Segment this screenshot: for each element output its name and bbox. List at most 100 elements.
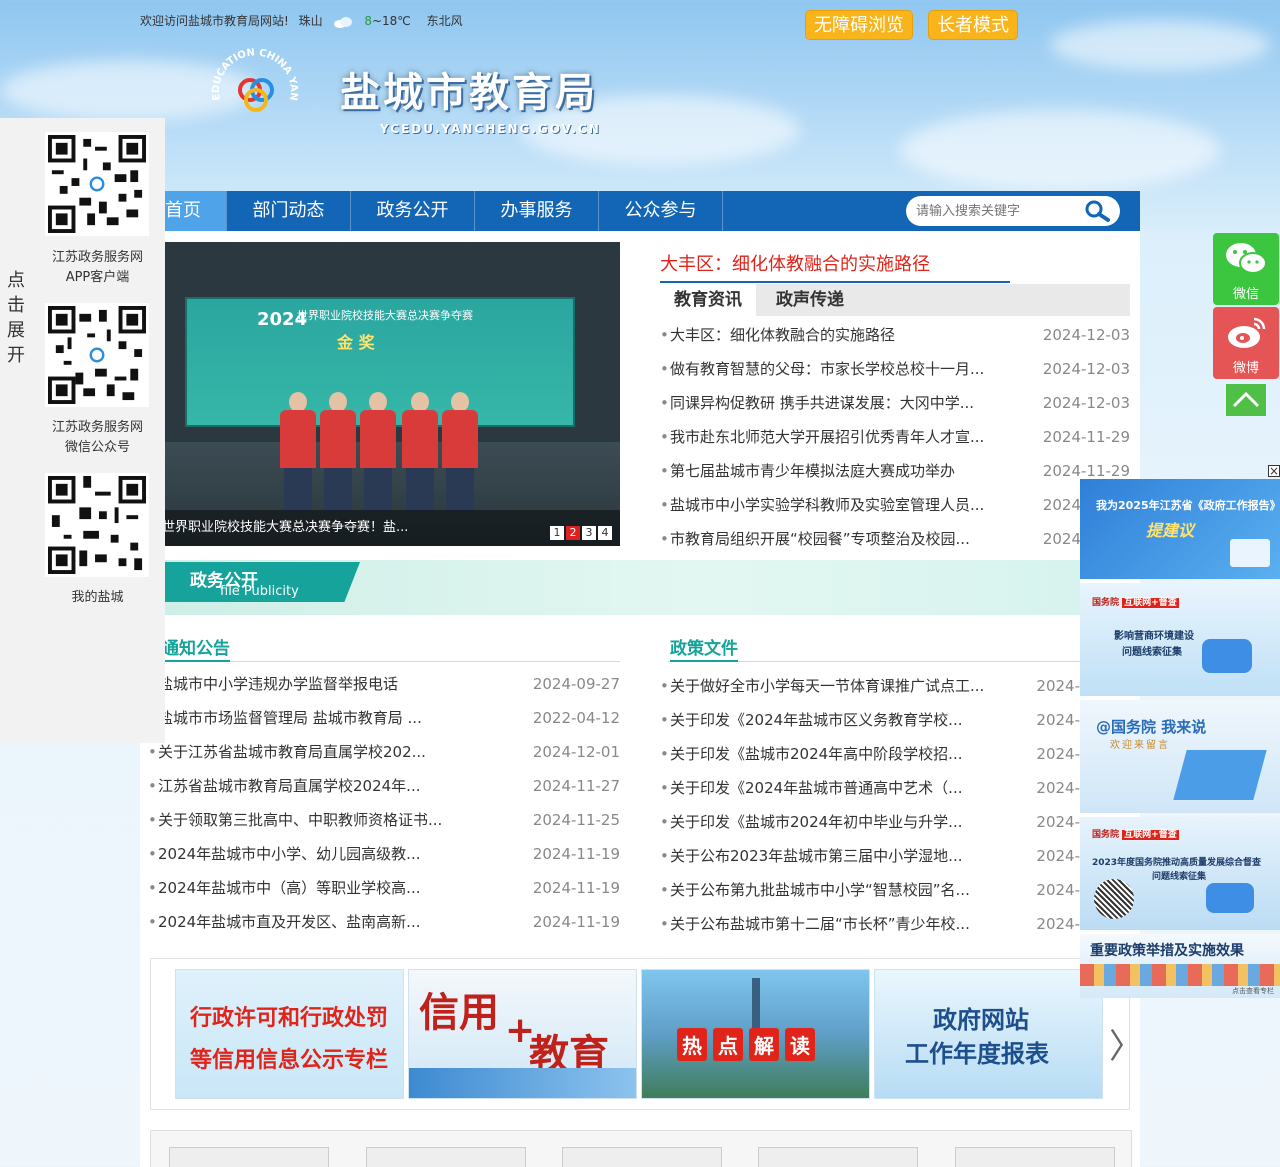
carousel-next-arrow[interactable]: 〉 [1109, 1019, 1143, 1068]
site-logo[interactable]: EDUCATION CHINA YANCHENG 盐城市教育局 YCEDU.YA… [210, 45, 630, 145]
news-title[interactable]: 同课异构促教研 携手共进谋发展：大冈中学... [670, 386, 1010, 420]
weibo-button[interactable]: 微博 [1213, 307, 1279, 379]
policy-row[interactable]: • 关于公布第九批盐城市中小学“智慧校园”名... 2024- [660, 873, 1080, 907]
news-date: 2024-12-03 [1042, 394, 1130, 412]
wechat-button[interactable]: 微信 [1213, 233, 1279, 305]
bullet-icon: • [660, 779, 669, 797]
slider-page-2[interactable]: 2 [566, 526, 580, 540]
accessible-button[interactable]: 无障碍浏览 [805, 10, 913, 40]
notice-title[interactable]: 关于领取第三批高中、中职教师资格证书... [158, 803, 498, 837]
notice-row[interactable]: • 关于领取第三批高中、中职教师资格证书... 2024-11-25 [148, 803, 620, 837]
policy-row[interactable]: • 关于印发《盐城市2024年初中毕业与升学... 2024- [660, 805, 1080, 839]
policy-title[interactable]: 关于印发《盐城市2024年初中毕业与升学... [670, 805, 1010, 839]
service-tile-2[interactable] [366, 1147, 526, 1167]
service-tile-3[interactable] [562, 1147, 722, 1167]
ad-business-env[interactable]: 国务院 互联网+督查 影响营商环境建设 问题线索征集 [1080, 583, 1280, 696]
wechat-icon [1226, 243, 1267, 274]
news-title[interactable]: 我市赴东北师范大学开展招引优秀青年人才宣... [670, 420, 1010, 454]
news-row[interactable]: •市教育局组织开展“校园餐”专项整治及校园...2024-11-28 [660, 522, 1130, 556]
banner-hot-topics[interactable]: 热 点 解 读 [641, 969, 870, 1099]
news-title[interactable]: 盐城市中小学实验学科教师及实验室管理人员... [670, 488, 1010, 522]
bullet-icon: • [148, 913, 157, 931]
notice-row[interactable]: • 2024年盐城市直及开发区、盐南高新... 2024-11-19 [148, 905, 620, 939]
ad-quality-development[interactable]: 国务院 互联网+督查 2023年度国务院推动高质量发展综合督查 问题线索征集 [1080, 817, 1280, 930]
back-to-top-button[interactable] [1226, 384, 1266, 416]
notice-row[interactable]: • 2024年盐城市中小学、幼儿园高级教... 2024-11-19 [148, 837, 620, 871]
news-row[interactable]: • 我市赴东北师范大学开展招引优秀青年人才宣... 2024-11-29 [660, 420, 1130, 454]
tab-education-news[interactable]: 教育资讯 [660, 284, 756, 316]
news-slider[interactable]: 2024 世界职业院校技能大赛总决赛争夺赛 金 奖 世界职业院校技能大赛总决赛争… [140, 242, 620, 546]
ad-key-policies[interactable]: 重要政策举措及实施效果 点击查看专栏 [1080, 934, 1280, 998]
elder-mode-button[interactable]: 长者模式 [928, 10, 1018, 40]
policy-title[interactable]: 关于做好全市小学每天一节体育课推广试点工... [670, 669, 1010, 703]
slider-page-4[interactable]: 4 [598, 526, 612, 540]
bullet-icon: • [660, 711, 669, 729]
policy-title[interactable]: 关于公布2023年盐城市第三届中小学湿地... [670, 839, 1010, 873]
notice-row[interactable]: • 2024年盐城市中（高）等职业学校高... 2024-11-19 [148, 871, 620, 905]
news-row[interactable]: •盐城市中小学实验学科教师及实验室管理人员...2024-11-28 [660, 488, 1130, 522]
slider-page-1[interactable]: 1 [550, 526, 564, 540]
policy-row[interactable]: • 关于印发《2024年盐城市区义务教育学校... 2024- [660, 703, 1080, 737]
news-title[interactable]: 市教育局组织开展“校园餐”专项整治及校园... [670, 522, 1010, 556]
notice-title[interactable]: 2024年盐城市直及开发区、盐南高新... [158, 905, 498, 939]
search-icon[interactable] [1084, 200, 1110, 222]
banner-annual-report[interactable]: 政府网站 工作年度报表 [874, 969, 1103, 1099]
service-tile-1[interactable] [169, 1147, 329, 1167]
policy-title[interactable]: 关于公布盐城市第十二届“市长杯”青少年校... [670, 907, 1010, 941]
search-input[interactable] [916, 201, 1066, 221]
notice-row[interactable]: •盐城市市场监督管理局 盐城市教育局 ...2022-04-12 [148, 701, 620, 735]
policy-row[interactable]: • 关于公布2023年盐城市第三届中小学湿地... 2024- [660, 839, 1080, 873]
notice-title[interactable]: 2024年盐城市中小学、幼儿园高级教... [158, 837, 498, 871]
qr-code-wechat [45, 303, 149, 407]
news-row[interactable]: • 做有教育智慧的父母：市家长学校总校十一月... 2024-12-03 [660, 352, 1130, 386]
notice-date: 2024-12-01 [532, 743, 620, 761]
tab-gov-voice[interactable]: 政声传递 [762, 284, 858, 316]
notice-row[interactable]: •盐城市中小学违规办学监督举报电话2024-09-27 [148, 667, 620, 701]
banner4-line1: 政府网站 [933, 1005, 1029, 1034]
nav-gov-affairs[interactable]: 政务公开 [351, 191, 475, 231]
news-row[interactable]: • 大丰区：细化体教融合的实施路径 2024-12-03 [660, 318, 1130, 352]
notice-title[interactable]: 关于江苏省盐城市教育局直属学校202... [158, 735, 498, 769]
policy-row[interactable]: • 关于印发《2024年盐城市普通高中艺术（... 2024- [660, 771, 1080, 805]
policy-title[interactable]: 关于印发《盐城市2024年高中阶段学校招... [670, 737, 1010, 771]
policy-title[interactable]: 关于印发《2024年盐城市区义务教育学校... [670, 703, 1010, 737]
nav-services[interactable]: 办事服务 [475, 191, 599, 231]
news-title[interactable]: 第七届盐城市青少年模拟法庭大赛成功举办 [670, 454, 1010, 488]
policy-row[interactable]: • 关于印发《盐城市2024年高中阶段学校招... 2024- [660, 737, 1080, 771]
news-row[interactable]: • 第七届盐城市青少年模拟法庭大赛成功举办 2024-11-29 [660, 454, 1130, 488]
policy-title[interactable]: 关于印发《2024年盐城市普通高中艺术（... [670, 771, 1010, 805]
expand-toggle[interactable]: 点 击 展 开 [6, 268, 26, 368]
nav-department-news[interactable]: 部门动态 [227, 191, 351, 231]
service-tile-5[interactable] [955, 1147, 1115, 1167]
news-title[interactable]: 做有教育智慧的父母：市家长学校总校十一月... [670, 352, 1010, 386]
bullet-icon: • [660, 677, 669, 695]
news-title[interactable]: 大丰区：细化体教融合的实施路径 [670, 318, 1010, 352]
notice-row[interactable]: • 关于江苏省盐城市教育局直属学校202... 2024-12-01 [148, 735, 620, 769]
notice-title[interactable]: 盐城市中小学违规办学监督举报电话 [158, 667, 498, 701]
expand-char: 点 [7, 270, 25, 291]
slider-page-3[interactable]: 3 [582, 526, 596, 540]
policy-row[interactable]: • 关于公布盐城市第十二届“市长杯”青少年校... 2024- [660, 907, 1080, 941]
nav-public-participation[interactable]: 公众参与 [599, 191, 723, 231]
headline-link[interactable]: 大丰区：细化体教融合的实施路径 [660, 250, 1010, 283]
notice-row[interactable]: • 江苏省盐城市教育局直属学校2024年... 2024-11-27 [148, 769, 620, 803]
banner-credit-info[interactable]: 行政许可和行政处罚 等信用信息公示专栏 [175, 969, 404, 1099]
ad-work-report[interactable]: 我为2025年江苏省《政府工作报告》 提建议 [1080, 479, 1280, 579]
news-row[interactable]: • 同课异构促教研 携手共进谋发展：大冈中学... 2024-12-03 [660, 386, 1130, 420]
notices-title[interactable]: 通知公告 [162, 634, 230, 662]
close-icon[interactable]: × [1268, 465, 1280, 477]
ad4-line2: 问题线索征集 [1152, 872, 1207, 882]
ad-state-council-message[interactable]: @国务院 我来说 欢迎来留言 [1080, 700, 1280, 813]
service-tile-4[interactable] [758, 1147, 918, 1167]
policies-title[interactable]: 政策文件 [670, 634, 738, 662]
notice-title[interactable]: 江苏省盐城市教育局直属学校2024年... [158, 769, 498, 803]
notice-title[interactable]: 2024年盐城市中（高）等职业学校高... [158, 871, 498, 905]
qr3-caption: 我的盐城 [71, 590, 124, 605]
slider-pager: 1234 [548, 524, 612, 540]
news-date: 2024-12-03 [1042, 326, 1130, 344]
policy-row[interactable]: • 关于做好全市小学每天一节体育课推广试点工... 2024- [660, 669, 1080, 703]
banner-credit-education[interactable]: 信用 + 教育 [408, 969, 637, 1099]
policy-title[interactable]: 关于公布第九批盐城市中小学“智慧校园”名... [670, 873, 1010, 907]
notice-title[interactable]: 盐城市市场监督管理局 盐城市教育局 ... [158, 701, 498, 735]
bullet-icon: • [660, 428, 669, 446]
